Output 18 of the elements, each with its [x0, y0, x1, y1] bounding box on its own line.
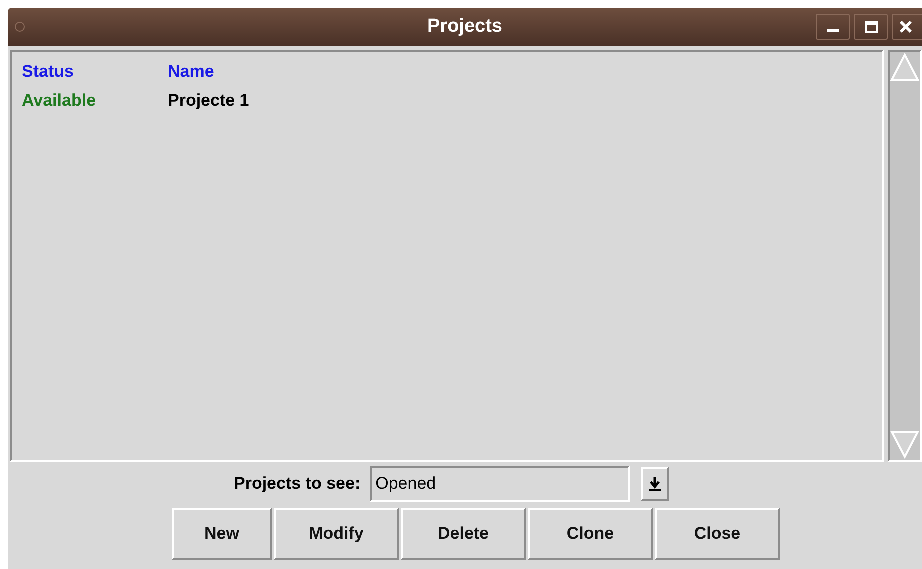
- action-button[interactable]: Delete: [401, 508, 526, 560]
- status-cell-text: Available: [22, 90, 98, 112]
- maximize-button[interactable]: [854, 14, 888, 40]
- action-button[interactable]: Clone: [528, 508, 653, 560]
- minimize-button[interactable]: [816, 14, 850, 40]
- download-arrow-icon: [648, 476, 661, 492]
- filter-field[interactable]: Opened: [370, 466, 630, 502]
- close-icon: [899, 20, 913, 34]
- close-button[interactable]: [892, 14, 922, 40]
- action-button[interactable]: Close: [655, 508, 780, 560]
- action-button[interactable]: Modify: [274, 508, 399, 560]
- column-header[interactable]: Status: [22, 59, 168, 85]
- filter-label: Projects to see:: [234, 473, 361, 496]
- dropdown-button[interactable]: [640, 467, 669, 501]
- name-cell-text: Projecte 1: [168, 90, 250, 112]
- action-button[interactable]: New: [172, 508, 272, 560]
- window-title: Projects: [428, 14, 502, 39]
- column-header[interactable]: Name: [168, 59, 214, 85]
